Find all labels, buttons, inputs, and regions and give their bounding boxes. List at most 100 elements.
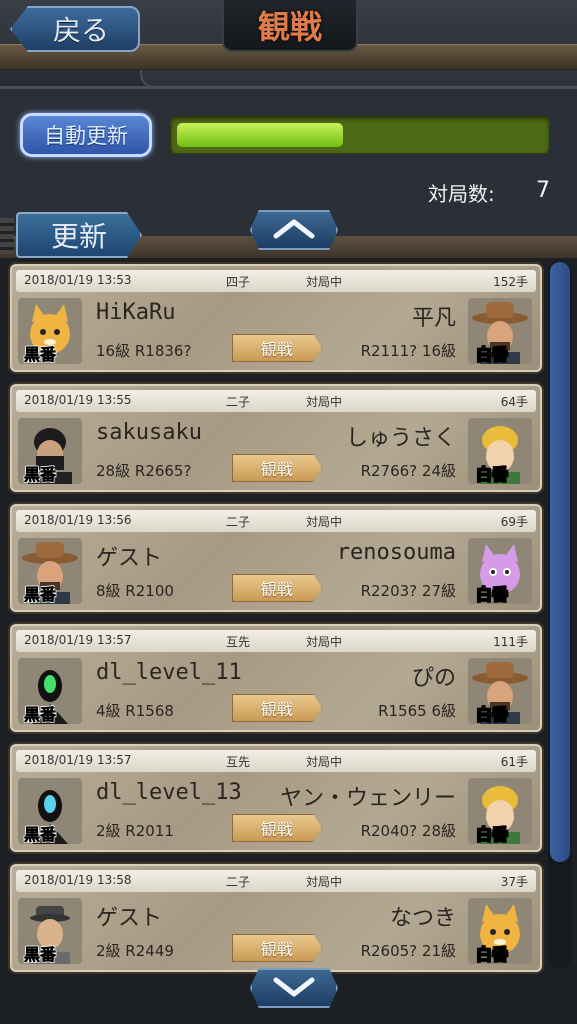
cowboy-icon: 白番	[468, 658, 532, 724]
game-card[interactable]: 2018/01/19 13:55 二子 対局中 64手 黒番 sakusaku …	[10, 384, 542, 492]
white-player-name: しゅうさく	[345, 426, 456, 451]
game-move-count: 111手	[493, 635, 528, 649]
black-player-name: dl_level_11	[96, 660, 242, 685]
white-player-tag: 白番	[476, 585, 509, 604]
white-player-rank: R2203? 27級	[360, 582, 456, 600]
white-player-tag: 白番	[476, 465, 509, 484]
game-handicap: 四子	[226, 275, 251, 289]
watch-button[interactable]: 観戦	[232, 574, 322, 602]
white-player-tag: 白番	[476, 945, 509, 964]
scroll-up-button[interactable]	[250, 210, 338, 250]
header-lip	[140, 70, 577, 88]
ninja-icon: 黒番	[18, 418, 82, 484]
cowboy-icon: 白番	[468, 298, 532, 364]
black-player-tag: 黒番	[24, 585, 57, 604]
auto-update-progress-fill	[177, 123, 343, 147]
game-card[interactable]: 2018/01/19 13:58 二子 対局中 37手 黒番 ゲスト 2級 R2…	[10, 864, 542, 972]
game-move-count: 64手	[500, 395, 528, 409]
auto-update-button[interactable]: 自動更新	[20, 113, 152, 157]
game-datetime: 2018/01/19 13:57	[24, 633, 132, 647]
scroll-down-button[interactable]	[250, 968, 338, 1008]
hat-man-icon: 黒番	[18, 898, 82, 964]
game-datetime: 2018/01/19 13:58	[24, 873, 132, 887]
game-handicap: 二子	[226, 875, 251, 889]
chevron-up-icon	[272, 213, 316, 248]
game-handicap: 互先	[226, 755, 251, 769]
game-status: 対局中	[306, 515, 343, 529]
watch-button-label: 観戦	[260, 460, 293, 479]
blond-man-icon: 白番	[468, 778, 532, 844]
game-datetime: 2018/01/19 13:57	[24, 753, 132, 767]
game-count-label: 対局数:	[428, 182, 495, 206]
watch-button[interactable]: 観戦	[232, 934, 322, 962]
black-player-rank: 2級 R2011	[96, 822, 174, 840]
chevron-down-icon	[272, 971, 316, 1006]
black-player-name: ゲスト	[96, 906, 163, 931]
game-card[interactable]: 2018/01/19 13:57 互先 対局中 61手 黒番 dl_level_…	[10, 744, 542, 852]
game-datetime: 2018/01/19 13:55	[24, 393, 132, 407]
game-move-count: 61手	[500, 755, 528, 769]
game-card[interactable]: 2018/01/19 13:56 二子 対局中 69手 黒番 ゲスト 8級 R2…	[10, 504, 542, 612]
black-player-tag: 黒番	[24, 345, 57, 364]
game-card-header: 2018/01/19 13:58 二子 対局中 37手	[16, 870, 536, 892]
watch-button-label: 観戦	[260, 700, 293, 719]
black-player-tag: 黒番	[24, 825, 57, 844]
watch-button[interactable]: 観戦	[232, 334, 322, 362]
auto-update-label: 自動更新	[44, 124, 128, 148]
cat-icon: 黒番	[18, 298, 82, 364]
scrollbar-thumb[interactable]	[550, 262, 570, 862]
game-datetime: 2018/01/19 13:56	[24, 513, 132, 527]
watch-button-label: 観戦	[260, 340, 293, 359]
watch-button-label: 観戦	[260, 580, 293, 599]
white-player-name: renosouma	[336, 540, 456, 565]
black-player-rank: 16級 R1836?	[96, 342, 192, 360]
black-player-tag: 黒番	[24, 465, 57, 484]
game-status: 対局中	[306, 635, 343, 649]
white-player-tag: 白番	[476, 345, 509, 364]
game-datetime: 2018/01/19 13:53	[24, 273, 132, 287]
robot-blue-icon: 黒番	[18, 778, 82, 844]
back-button[interactable]: 戻る	[10, 6, 140, 52]
back-button-label: 戻る	[52, 14, 109, 47]
game-count-value: 7	[536, 178, 550, 203]
game-card-header: 2018/01/19 13:55 二子 対局中 64手	[16, 390, 536, 412]
black-player-rank: 28級 R2665?	[96, 462, 192, 480]
game-handicap: 互先	[226, 635, 251, 649]
game-handicap: 二子	[226, 515, 251, 529]
black-player-name: ゲスト	[96, 546, 163, 571]
blond-man-icon: 白番	[468, 418, 532, 484]
game-handicap: 二子	[226, 395, 251, 409]
white-player-name: なつき	[389, 906, 456, 931]
black-player-rank: 2級 R2449	[96, 942, 174, 960]
pink-cat-icon: 白番	[468, 538, 532, 604]
game-card-header: 2018/01/19 13:53 四子 対局中 152手	[16, 270, 536, 292]
page-title: 観戦	[222, 0, 358, 52]
black-player-name: dl_level_13	[96, 780, 242, 805]
page-title-text: 観戦	[257, 8, 322, 46]
cat-icon: 白番	[468, 898, 532, 964]
game-card-header: 2018/01/19 13:57 互先 対局中 111手	[16, 630, 536, 652]
watch-button[interactable]: 観戦	[232, 694, 322, 722]
watch-button-label: 観戦	[260, 940, 293, 959]
white-player-rank: R1565 6級	[378, 702, 456, 720]
black-player-name: HiKaRu	[96, 300, 176, 325]
black-player-tag: 黒番	[24, 705, 57, 724]
white-player-name: ぴの	[411, 666, 456, 691]
game-status: 対局中	[306, 755, 343, 769]
game-card[interactable]: 2018/01/19 13:57 互先 対局中 111手 黒番 dl_level…	[10, 624, 542, 732]
black-player-tag: 黒番	[24, 945, 57, 964]
update-button-label: 更新	[50, 220, 107, 253]
black-player-rank: 8級 R2100	[96, 582, 174, 600]
game-card[interactable]: 2018/01/19 13:53 四子 対局中 152手 黒番 HiKaRu 1…	[10, 264, 542, 372]
game-card-header: 2018/01/19 13:57 互先 対局中 61手	[16, 750, 536, 772]
cowboy-icon: 黒番	[18, 538, 82, 604]
side-notch	[0, 218, 14, 254]
white-player-name: ヤン・ウェンリー	[279, 786, 456, 811]
update-button[interactable]: 更新	[16, 212, 142, 258]
game-status: 対局中	[306, 395, 343, 409]
white-player-rank: R2040? 28級	[360, 822, 456, 840]
watch-button[interactable]: 観戦	[232, 454, 322, 482]
black-player-rank: 4級 R1568	[96, 702, 174, 720]
auto-update-progress-bar	[170, 116, 550, 154]
watch-button[interactable]: 観戦	[232, 814, 322, 842]
